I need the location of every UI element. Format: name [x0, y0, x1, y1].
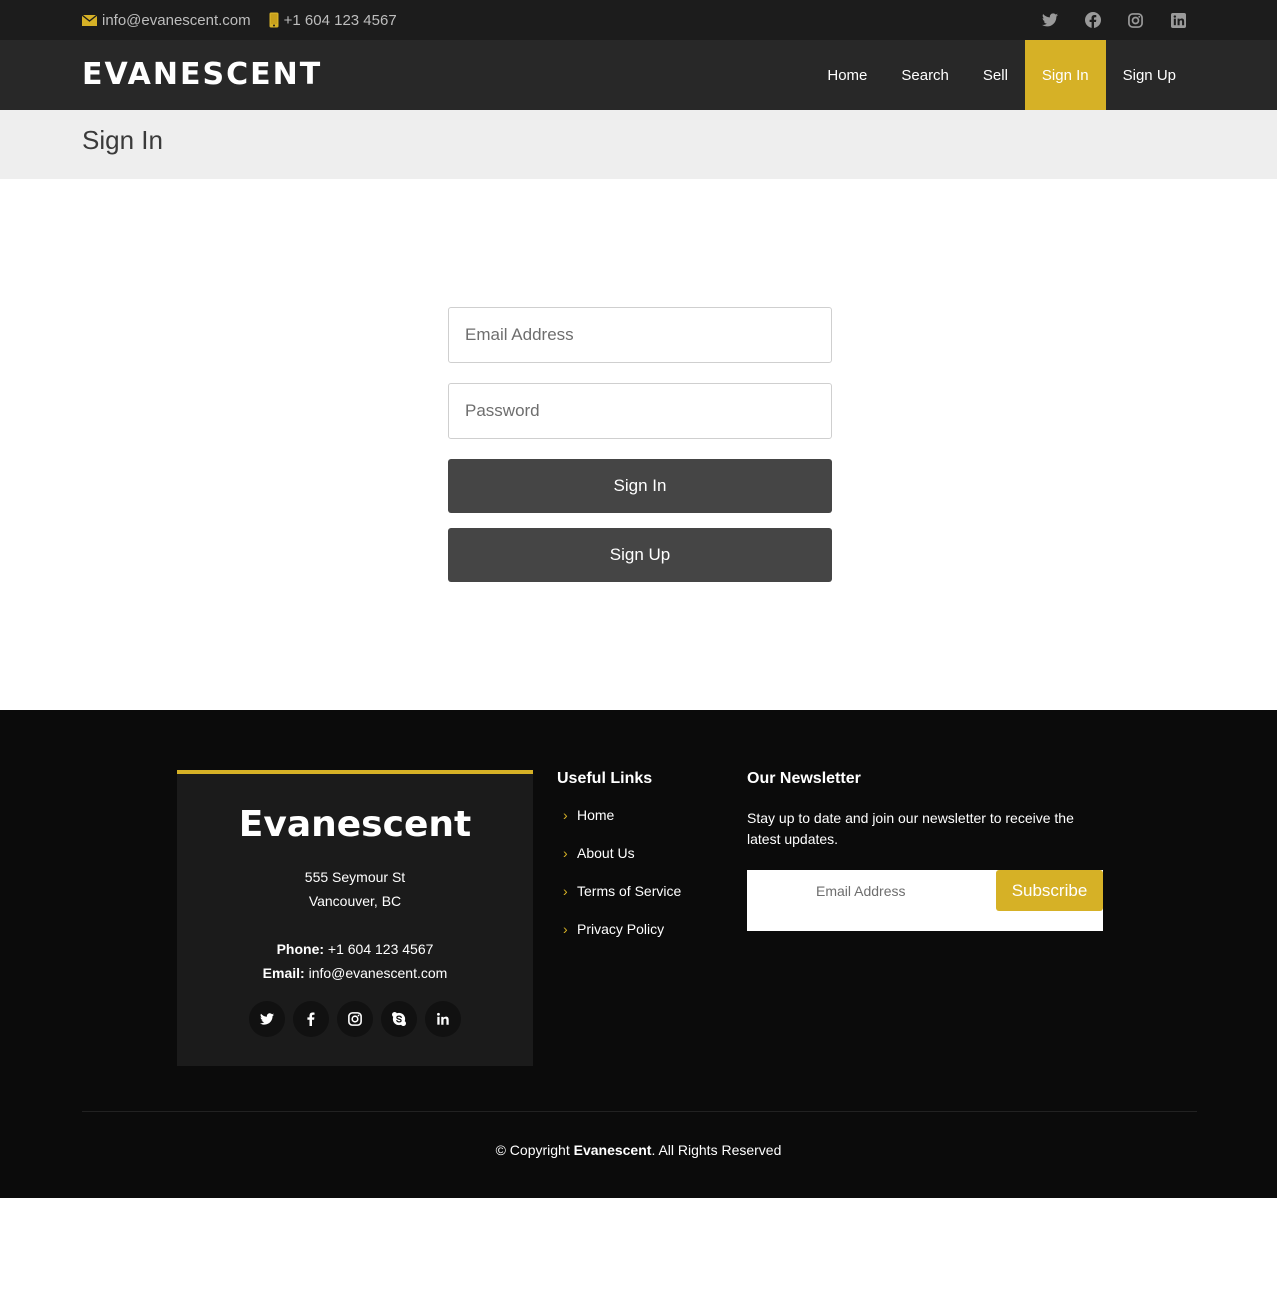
nav-home[interactable]: Home	[810, 40, 884, 110]
newsletter-title: Our Newsletter	[747, 770, 861, 787]
footer-phone: Phone: +1 604 123 4567	[177, 937, 533, 961]
footer-address: 555 Seymour St Vancouver, BC	[177, 865, 533, 913]
copyright-prefix: © Copyright	[495, 1142, 570, 1158]
main-nav: Home Search Sell Sign In Sign Up	[810, 40, 1193, 110]
sign-in-form: Sign In Sign Up	[448, 307, 832, 582]
topbar-email-text: info@evanescent.com	[102, 11, 251, 29]
chevron-right-icon: ›	[563, 845, 568, 861]
footer-contacts: Phone: +1 604 123 4567 Email: info@evane…	[177, 937, 533, 985]
useful-links-title: Useful Links	[557, 770, 653, 787]
footer-divider	[82, 1111, 1197, 1112]
twitter-icon[interactable]	[1041, 12, 1058, 29]
phone-label: Phone:	[276, 941, 325, 957]
copyright: © Copyright Evanescent. All Rights Reser…	[0, 1142, 1277, 1158]
newsletter-email-input[interactable]: Email Address	[816, 883, 905, 899]
chevron-right-icon: ›	[563, 807, 568, 823]
facebook-icon[interactable]	[1084, 12, 1101, 29]
address-line-1: 555 Seymour St	[304, 869, 406, 885]
footer-email: Email: info@evanescent.com	[177, 961, 533, 985]
chevron-right-icon: ›	[563, 883, 568, 899]
address-line-2: Vancouver, BC	[308, 893, 402, 909]
instagram-icon[interactable]	[1127, 12, 1144, 29]
chevron-right-icon: ›	[563, 921, 568, 937]
newsletter-form: Email Address Subscribe	[747, 870, 1103, 931]
topbar-social	[1015, 0, 1187, 40]
footer-newsletter: Our Newsletter Stay up to date and join …	[747, 770, 1103, 931]
phone-value: +1 604 123 4567	[327, 941, 434, 957]
instagram-icon[interactable]	[337, 1001, 373, 1037]
password-field[interactable]	[448, 383, 832, 439]
footer-link-label: About Us	[577, 845, 635, 861]
topbar-email[interactable]: info@evanescent.com	[82, 12, 251, 29]
footer-link-home[interactable]: › Home	[557, 796, 727, 834]
topbar-contact: info@evanescent.com +1 604 123 4567	[82, 0, 415, 40]
topbar-phone[interactable]: +1 604 123 4567	[269, 12, 397, 29]
footer-link-terms[interactable]: › Terms of Service	[557, 872, 727, 910]
sign-in-button[interactable]: Sign In	[448, 459, 832, 513]
footer-social	[177, 1001, 533, 1037]
footer-link-label: Home	[577, 807, 615, 823]
footer-link-privacy[interactable]: › Privacy Policy	[557, 910, 727, 948]
email-field[interactable]	[448, 307, 832, 363]
footer-link-about[interactable]: › About Us	[557, 834, 727, 872]
page-title: Sign In	[82, 125, 163, 155]
top-bar: info@evanescent.com +1 604 123 4567	[0, 0, 1277, 40]
email-value[interactable]: info@evanescent.com	[309, 965, 448, 981]
sign-up-button[interactable]: Sign Up	[448, 528, 832, 582]
facebook-icon[interactable]	[293, 1001, 329, 1037]
topbar-phone-text: +1 604 123 4567	[283, 11, 397, 29]
site-footer: Evanescent 555 Seymour St Vancouver, BC …	[0, 710, 1277, 1198]
subscribe-button[interactable]: Subscribe	[996, 870, 1103, 911]
linkedin-icon[interactable]	[425, 1001, 461, 1037]
nav-sign-in[interactable]: Sign In	[1024, 40, 1106, 110]
nav-search[interactable]: Search	[884, 40, 966, 110]
site-logo[interactable]: EVANESCENT	[82, 40, 322, 110]
footer-contact-card: Evanescent 555 Seymour St Vancouver, BC …	[177, 770, 533, 1066]
footer-brand: Evanescent	[238, 804, 472, 845]
skype-icon[interactable]	[381, 1001, 417, 1037]
copyright-brand: Evanescent	[573, 1142, 652, 1158]
twitter-icon[interactable]	[249, 1001, 285, 1037]
footer-link-label: Privacy Policy	[577, 921, 665, 937]
newsletter-text: Stay up to date and join our newsletter …	[747, 810, 1074, 847]
footer-link-label: Terms of Service	[577, 883, 682, 899]
page-title-band: Sign In	[0, 110, 1277, 179]
main-header: EVANESCENT Home Search Sell Sign In Sign…	[0, 40, 1277, 110]
nav-sign-up[interactable]: Sign Up	[1106, 40, 1193, 110]
mobile-phone-icon	[269, 12, 279, 28]
email-label: Email:	[262, 965, 305, 981]
footer-useful-links: Useful Links › Home › About Us › Terms of S…	[557, 770, 727, 958]
linkedin-icon[interactable]	[1170, 12, 1187, 29]
envelope-icon	[82, 14, 97, 26]
copyright-suffix: . All Rights Reserved	[651, 1142, 782, 1158]
nav-sell[interactable]: Sell	[966, 40, 1025, 110]
